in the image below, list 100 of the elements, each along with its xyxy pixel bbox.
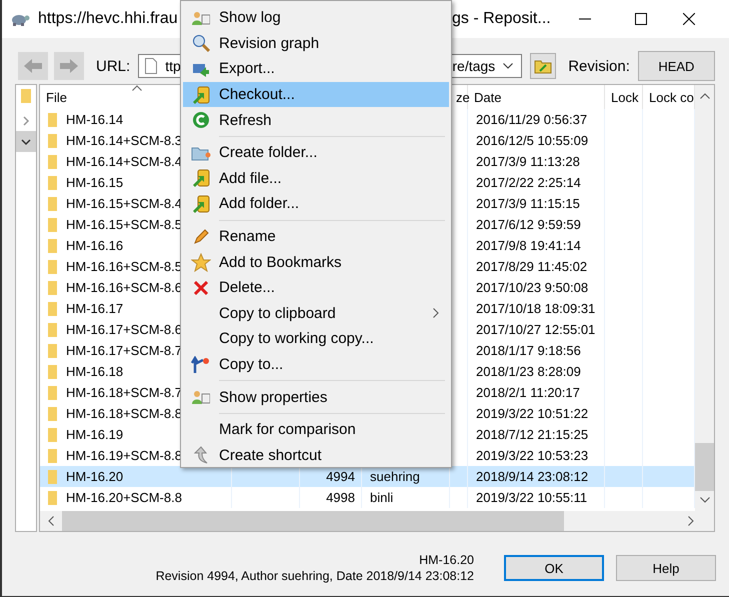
table-cell: HM-16.15 <box>66 175 124 190</box>
scroll-left-icon[interactable] <box>48 516 54 526</box>
menu-item[interactable]: Copy to... <box>183 352 449 378</box>
chevron-icon <box>21 136 31 146</box>
table-cell: 2019/3/22 10:55:11 <box>476 490 588 505</box>
close-icon[interactable] <box>683 13 695 25</box>
table-cell: HM-16.19+SCM-8.8 <box>66 448 182 463</box>
dropdown-icon[interactable] <box>503 63 514 69</box>
window-title: gs - Reposit... <box>452 10 551 28</box>
url-label: URL: <box>96 58 130 74</box>
folder-icon <box>48 216 58 232</box>
folder-icon <box>48 238 58 254</box>
table-cell: 4998 <box>326 490 355 505</box>
folder-icon <box>48 112 58 128</box>
person-card-icon <box>192 10 210 26</box>
scrollbar-thumb[interactable] <box>695 443 714 491</box>
tree-node[interactable] <box>16 131 36 152</box>
menu-item[interactable]: Checkout... <box>183 82 449 108</box>
table-cell: 2016/11/29 0:56:37 <box>476 112 588 127</box>
folder-icon <box>48 300 58 316</box>
table-cell: HM-16.20+SCM-8.8 <box>66 490 182 505</box>
folder-icon <box>191 144 211 161</box>
table-cell: 2018/2/1 11:20:17 <box>476 385 580 400</box>
table-cell: 2017/10/18 18:09:31 <box>476 301 596 316</box>
table-cell: 2017/6/12 9:59:59 <box>476 217 581 232</box>
file-row[interactable]: HM-16.20 4994 suehring 2018/9/14 23:08:12 <box>40 466 695 487</box>
menu-item[interactable]: Add to Bookmarks <box>183 249 449 275</box>
folder-icon <box>48 384 58 400</box>
menu-item[interactable]: Copy to working copy... <box>183 326 449 352</box>
folder-button[interactable] <box>530 53 556 79</box>
scroll-right-icon[interactable] <box>688 516 694 526</box>
table-cell: 2018/1/23 8:28:09 <box>476 364 581 379</box>
folder-icon <box>48 468 58 484</box>
file-row[interactable]: HM-16.20+SCM-8.8 4998 binli 2019/3/22 10:55:11 <box>40 487 695 508</box>
column-header[interactable]: Lock <box>605 85 643 109</box>
status-text: HM-16.20 <box>419 552 474 568</box>
arrows-icon <box>191 356 211 374</box>
refresh-icon <box>192 111 210 130</box>
folder-icon <box>48 280 58 296</box>
table-cell: 2017/3/9 11:15:15 <box>476 196 580 211</box>
head-button[interactable]: HEAD <box>638 51 715 81</box>
horizontal-scrollbar[interactable] <box>40 511 714 531</box>
menu-item[interactable]: Create shortcut <box>183 442 449 468</box>
menu-item[interactable]: Add folder... <box>183 191 449 217</box>
scroll-down-icon[interactable] <box>700 497 710 503</box>
window-title: https://hevc.hhi.frau <box>38 10 178 28</box>
table-cell: HM-16.16+SCM-8.5 <box>66 259 182 274</box>
table-cell: HM-16.18 <box>66 364 124 379</box>
folder-icon <box>48 132 58 148</box>
menu-item[interactable]: Refresh <box>183 107 449 133</box>
column-header[interactable]: Date <box>468 85 605 109</box>
folder-icon <box>48 448 58 464</box>
table-cell: 4994 <box>326 469 355 484</box>
folder-icon <box>48 406 58 422</box>
sort-icon <box>132 85 142 91</box>
table-cell: 2017/9/8 19:41:14 <box>476 238 581 253</box>
folder-icon <box>48 174 58 190</box>
table-cell: HM-16.15+SCM-8.4 <box>66 196 182 211</box>
table-cell: 2018/1/17 9:18:56 <box>476 343 581 358</box>
menu-item[interactable]: Add file... <box>183 166 449 192</box>
table-cell: HM-16.14+SCM-8.4 <box>66 154 182 169</box>
table-cell: HM-16.18+SCM-8.8 <box>66 406 182 421</box>
dialog-button[interactable]: OK <box>504 555 604 581</box>
curved-arrow-icon <box>192 446 210 464</box>
dialog-button[interactable]: Help <box>616 555 716 581</box>
table-cell: HM-16.19 <box>66 427 124 442</box>
maximize-icon[interactable] <box>635 13 647 25</box>
folder-icon <box>48 342 58 358</box>
folder-icon <box>48 322 58 338</box>
menu-item[interactable]: Delete... <box>183 274 449 301</box>
table-cell: HM-16.16+SCM-8.6 <box>66 280 182 295</box>
vertical-scrollbar[interactable] <box>695 85 714 511</box>
cylinder-arrow-icon <box>192 86 210 104</box>
scroll-up-icon[interactable] <box>700 93 710 99</box>
menu-item[interactable]: Revision graph <box>183 30 449 56</box>
table-cell: 2017/8/29 11:45:02 <box>476 259 588 274</box>
table-cell: 2018/7/12 21:15:25 <box>476 427 588 442</box>
cylinder-arrow-icon <box>192 194 210 213</box>
table-cell: HM-16.20 <box>66 469 124 484</box>
table-cell: 2018/9/14 23:08:12 <box>476 469 588 484</box>
table-cell: HM-16.18+SCM-8.7 <box>66 385 182 400</box>
folder-icon <box>48 258 58 274</box>
folder-icon <box>20 88 32 104</box>
folder-icon <box>534 58 552 74</box>
menu-item[interactable]: Copy to clipboard <box>183 300 449 326</box>
chevron-icon <box>21 116 31 126</box>
scrollbar-thumb[interactable] <box>62 511 564 531</box>
delete-icon <box>194 280 208 295</box>
table-cell: 2017/2/22 2:25:14 <box>476 175 581 190</box>
person-card-icon <box>192 389 210 406</box>
table-cell: HM-16.14+SCM-8.3 <box>66 133 182 148</box>
menu-item[interactable]: Show log <box>183 5 449 31</box>
folder-icon <box>48 154 58 170</box>
table-cell: 2016/12/5 10:55:09 <box>476 133 588 148</box>
magnifier-icon <box>192 34 210 52</box>
table-cell: HM-16.15+SCM-8.5 <box>66 217 182 232</box>
table-cell: 2017/10/27 12:55:01 <box>476 322 596 337</box>
back-arrow-icon <box>23 58 43 74</box>
menu-item[interactable]: Export... <box>183 56 449 82</box>
table-cell: 2019/3/22 10:53:23 <box>476 448 588 463</box>
